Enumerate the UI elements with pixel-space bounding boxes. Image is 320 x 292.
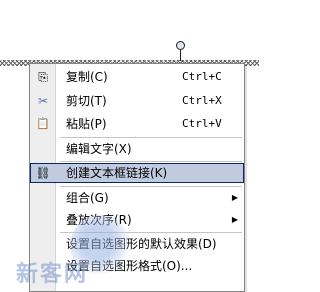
menu-item-edit-text[interactable]: 编辑文字(X) [30, 139, 244, 159]
watermark-text: 新客网 [16, 262, 89, 287]
scissors-icon: ✂ [37, 94, 49, 108]
canvas: ⎘ 复制(C) Ctrl+C ✂ 剪切(T) Ctrl+X 📋 粘贴(P) Ct… [0, 0, 259, 292]
menu-item-label: 组合(G) [66, 191, 109, 205]
menu-item-label: 剪切(T) [66, 94, 107, 108]
copy-icon: ⎘ [38, 70, 48, 84]
rotation-handle[interactable] [176, 41, 185, 50]
menu-item-paste[interactable]: 📋 粘贴(P) Ctrl+V [30, 114, 244, 134]
menu-item-shortcut: Ctrl+X [182, 94, 222, 107]
menu-item-create-textbox-link[interactable]: ⛓ 创建文本框链接(K) [30, 163, 244, 183]
menu-separator [60, 186, 242, 187]
link-icon: ⛓ [35, 166, 51, 180]
menu-item-shortcut: Ctrl+V [182, 117, 222, 130]
menu-item-order[interactable]: 叠放次序(R) ▶ [30, 210, 244, 230]
menu-item-group[interactable]: 组合(G) ▶ [30, 188, 244, 208]
menu-item-shortcut: Ctrl+C [182, 70, 222, 83]
submenu-arrow-icon: ▶ [231, 215, 238, 224]
menu-item-label: 编辑文字(X) [66, 142, 132, 156]
menu-item-label: 粘贴(P) [66, 117, 107, 131]
menu-item-set-default-autoshape[interactable]: 设置自选图形的默认效果(D) [30, 234, 244, 254]
menu-item-cut[interactable]: ✂ 剪切(T) Ctrl+X [30, 91, 244, 111]
menu-separator [60, 137, 242, 138]
menu-separator [60, 161, 242, 162]
menu-item-label: 创建文本框链接(K) [66, 166, 168, 180]
menu-item-copy[interactable]: ⎘ 复制(C) Ctrl+C [30, 67, 244, 87]
paste-icon: 📋 [36, 117, 50, 130]
submenu-arrow-icon: ▶ [231, 193, 238, 202]
menu-item-label: 复制(C) [66, 70, 108, 84]
